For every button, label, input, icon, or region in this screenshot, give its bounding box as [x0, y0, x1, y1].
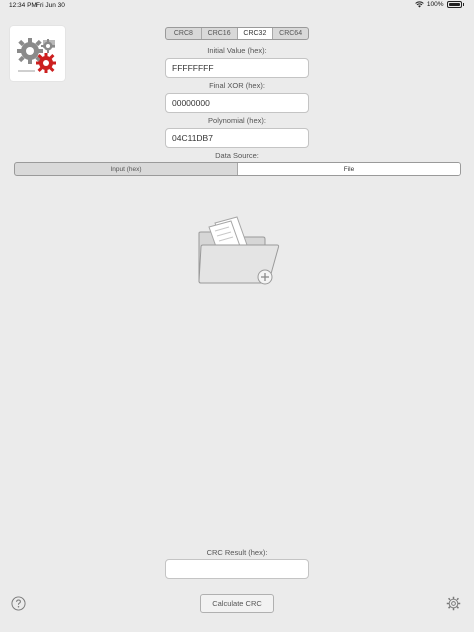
crc-result-field[interactable] — [165, 559, 309, 579]
status-indicators: 100% — [415, 1, 464, 8]
initial-value-field[interactable]: FFFFFFFF — [165, 58, 309, 78]
status-bar: 12:34 PM Fri Jun 30 100% — [0, 0, 474, 12]
tab-crc32[interactable]: CRC32 — [237, 28, 274, 39]
battery-percent: 100% — [426, 1, 444, 8]
crc-result-label: CRC Result (hex): — [206, 548, 268, 557]
battery-icon — [446, 1, 462, 8]
gears-app-icon — [10, 26, 65, 81]
final-xor-field[interactable]: 00000000 — [165, 93, 309, 113]
status-time: 12:34 PM — [9, 2, 37, 9]
tab-crc8[interactable]: CRC8 — [166, 28, 202, 39]
data-source-label: Data Source: — [215, 151, 259, 160]
wifi-icon — [415, 1, 424, 8]
folder-add-file-icon[interactable] — [193, 215, 283, 287]
tab-crc64[interactable]: CRC64 — [273, 28, 308, 39]
initial-value-label: Initial Value (hex): — [207, 46, 267, 55]
polynomial-label: Polynomial (hex): — [208, 116, 266, 125]
status-date: Fri Jun 30 — [36, 2, 65, 9]
polynomial-field[interactable]: 04C11DB7 — [165, 128, 309, 148]
data-source-selector[interactable]: Input (hex) File — [14, 162, 461, 176]
tab-file[interactable]: File — [238, 163, 460, 175]
tab-crc16[interactable]: CRC16 — [202, 28, 238, 39]
help-icon[interactable] — [11, 596, 26, 611]
tab-input-hex[interactable]: Input (hex) — [15, 163, 238, 175]
battery-nub — [462, 3, 464, 6]
calculate-crc-button[interactable]: Calculate CRC — [200, 594, 274, 613]
crc-type-selector[interactable]: CRC8 CRC16 CRC32 CRC64 — [165, 27, 309, 40]
gear-icon[interactable] — [446, 596, 461, 611]
final-xor-label: Final XOR (hex): — [209, 81, 265, 90]
